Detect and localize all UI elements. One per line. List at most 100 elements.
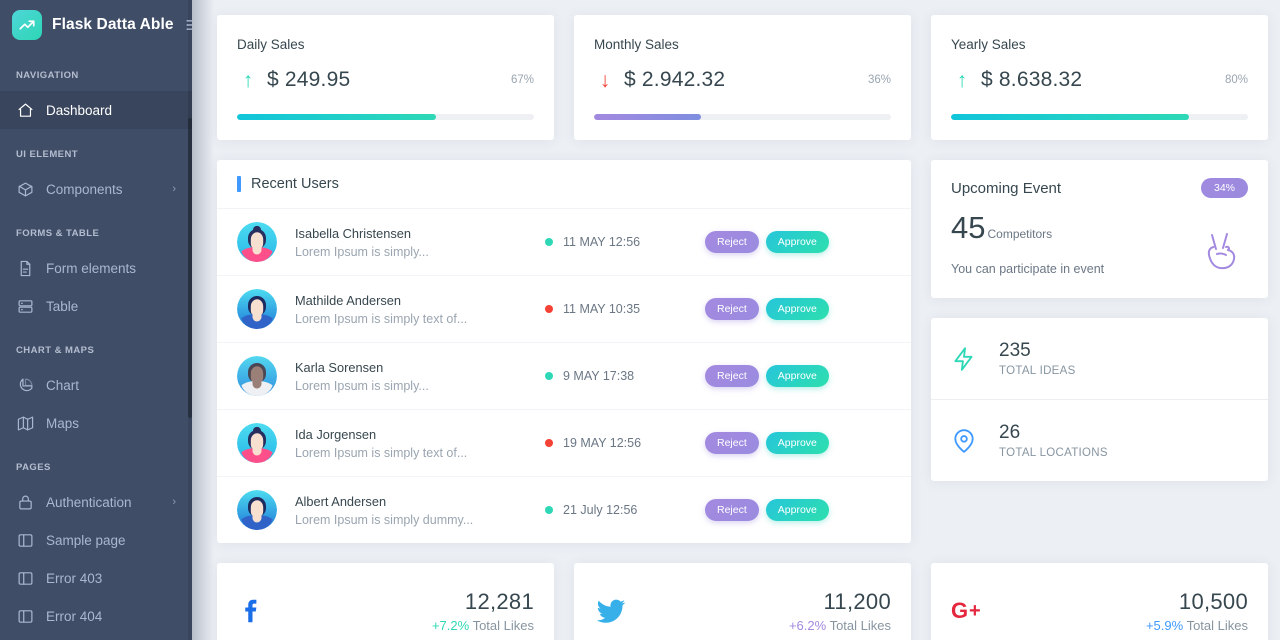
approve-button[interactable]: Approve [765, 365, 829, 387]
upcoming-event-badge: 34% [1200, 178, 1248, 198]
user-name: Karla Sorensen [295, 359, 384, 375]
svg-text:G: G [951, 598, 968, 623]
zap-icon [951, 346, 977, 372]
sidebar-item-error-500[interactable]: Error 500 [0, 635, 192, 640]
sidebar-item-table[interactable]: Table [0, 287, 192, 325]
sidebar-item-components[interactable]: Components › [0, 170, 192, 208]
social-cards-row: 12,281 +7.2% Total Likes 11,200 +6.2% Total… [217, 563, 1270, 640]
sidebar-nav: NAVIGATION Dashboard UI ELEMENT Components ›… [0, 50, 192, 640]
avatar [237, 356, 277, 396]
trend-up-icon [12, 10, 42, 40]
social-percent: +5.9% [1145, 618, 1184, 633]
sidebar-scrollbar-thumb[interactable] [188, 118, 192, 418]
reject-button[interactable]: Reject [705, 298, 759, 320]
user-name: Albert Andersen [295, 493, 387, 509]
sales-card-figure: ↓ $ 2.942.32 36% [594, 68, 891, 92]
status-dot-icon [545, 439, 553, 447]
user-actions: Reject Approve [705, 499, 907, 521]
stat-text: 235 TOTAL IDEAS [999, 340, 1076, 377]
upcoming-event-header: Upcoming Event 34% [951, 178, 1248, 198]
sidebar-item-authentication[interactable]: Authentication › [0, 483, 192, 521]
sales-progress-track [594, 114, 891, 120]
recent-users-header: Recent Users [217, 160, 911, 209]
sales-progress-track [237, 114, 534, 120]
user-meta: Albert Andersen Lorem Ipsum is simply dum… [295, 494, 545, 527]
sidebar-item-sample-page[interactable]: Sample page [0, 521, 192, 559]
user-note: Lorem Ipsum is simply dummy... [295, 512, 474, 527]
sidebar-item-dashboard[interactable]: Dashboard [0, 91, 192, 129]
avatar [237, 490, 277, 530]
sidebar-item-label: Form elements [46, 260, 137, 276]
sidebar-item-maps[interactable]: Maps [0, 404, 192, 442]
user-time: 19 MAY 12:56 [545, 436, 705, 450]
table-row: Ida Jorgensen Lorem Ipsum is simply text … [217, 410, 911, 477]
social-label: Total Likes [469, 618, 534, 633]
approve-button[interactable]: Approve [765, 499, 829, 521]
user-time: 21 July 12:56 [545, 503, 705, 517]
stat-row-total-locations: 26 TOTAL LOCATIONS [931, 399, 1268, 481]
reject-button[interactable]: Reject [705, 499, 759, 521]
sales-card-percent: 36% [867, 74, 891, 86]
sales-card-title: Monthly Sales [594, 37, 679, 52]
chevron-right-icon: › [172, 496, 176, 508]
sidebar-scrollbar[interactable] [188, 0, 192, 640]
sidebar-item-label: Table [46, 298, 79, 314]
sidebar-item-error-404[interactable]: Error 404 [0, 597, 192, 635]
reject-button[interactable]: Reject [705, 432, 759, 454]
recent-users-card: Recent Users Isabella Christensen Lorem I… [217, 160, 911, 543]
social-stats: 12,281 +7.2% Total Likes [432, 589, 534, 633]
social-card-twitter: 11,200 +6.2% Total Likes [574, 563, 911, 640]
sidebar-item-label: Components [46, 181, 123, 197]
sales-card-figure: ↑ $ 8.638.32 80% [951, 68, 1248, 92]
user-actions: Reject Approve [705, 365, 907, 387]
victory-hand-icon [1204, 227, 1244, 276]
sidebar-icon [16, 531, 34, 549]
sales-card-percent: 80% [1224, 74, 1248, 86]
user-timestamp: 11 MAY 12:56 [563, 235, 641, 249]
avatar [237, 289, 277, 329]
sales-card-yearly-sales: Yearly Sales ↑ $ 8.638.32 80% [931, 15, 1268, 140]
reject-button[interactable]: Reject [705, 231, 759, 253]
stat-value: 235 [999, 340, 1031, 361]
upcoming-event-count: 45 [951, 210, 986, 245]
approve-button[interactable]: Approve [765, 432, 829, 454]
approve-button[interactable]: Approve [765, 298, 829, 320]
user-timestamp: 9 MAY 17:38 [563, 369, 635, 383]
pie-chart-icon [16, 376, 34, 394]
avatar [237, 423, 277, 463]
sales-progress-bar [951, 114, 1189, 120]
sidebar-caption-ui-element: UI ELEMENT [16, 149, 79, 160]
stat-value: 26 [999, 422, 1021, 443]
status-dot-icon [545, 305, 553, 313]
right-column: Upcoming Event 34% 45 Competitors You ca… [931, 160, 1268, 481]
main-content: Daily Sales ↑ $ 249.95 67% Monthly Sales ↓ $ 2… [192, 0, 1280, 640]
sidebar-item-form-elements[interactable]: Form elements [0, 249, 192, 287]
sidebar-item-label: Dashboard [46, 102, 113, 118]
sidebar-item-error-403[interactable]: Error 403 [0, 559, 192, 597]
sidebar-caption-navigation: NAVIGATION [16, 70, 79, 81]
recent-users-title: Recent Users [251, 176, 339, 192]
user-meta: Mathilde Andersen Lorem Ipsum is simply t… [295, 293, 545, 326]
sidebar-icon [16, 569, 34, 587]
reject-button[interactable]: Reject [705, 365, 759, 387]
sidebar-item-label: Sample page [46, 532, 126, 548]
file-text-icon [16, 259, 34, 277]
trend-down-arrow-icon: ↓ [599, 68, 611, 92]
header-accent-bar [237, 176, 241, 192]
sales-card-daily-sales: Daily Sales ↑ $ 249.95 67% [217, 15, 554, 140]
status-dot-icon [545, 506, 553, 514]
user-name: Isabella Christensen [295, 225, 411, 241]
sidebar-item-label: Maps [46, 415, 80, 431]
brand-header: Flask Datta Able [0, 0, 192, 50]
user-name: Mathilde Andersen [295, 292, 401, 308]
sales-progress-bar [237, 114, 436, 120]
twitter-icon [594, 594, 638, 628]
stat-row-total-ideas: 235 TOTAL IDEAS [931, 318, 1268, 399]
table-row: Albert Andersen Lorem Ipsum is simply dum… [217, 477, 911, 543]
sidebar-item-chart[interactable]: Chart [0, 366, 192, 404]
sidebar-item-label: Authentication [46, 494, 132, 510]
user-time: 11 MAY 10:35 [545, 302, 705, 316]
social-label: Total Likes [1183, 618, 1248, 633]
approve-button[interactable]: Approve [765, 231, 829, 253]
stats-card: 235 TOTAL IDEAS 26 TOTAL LOCATIONS [931, 318, 1268, 481]
